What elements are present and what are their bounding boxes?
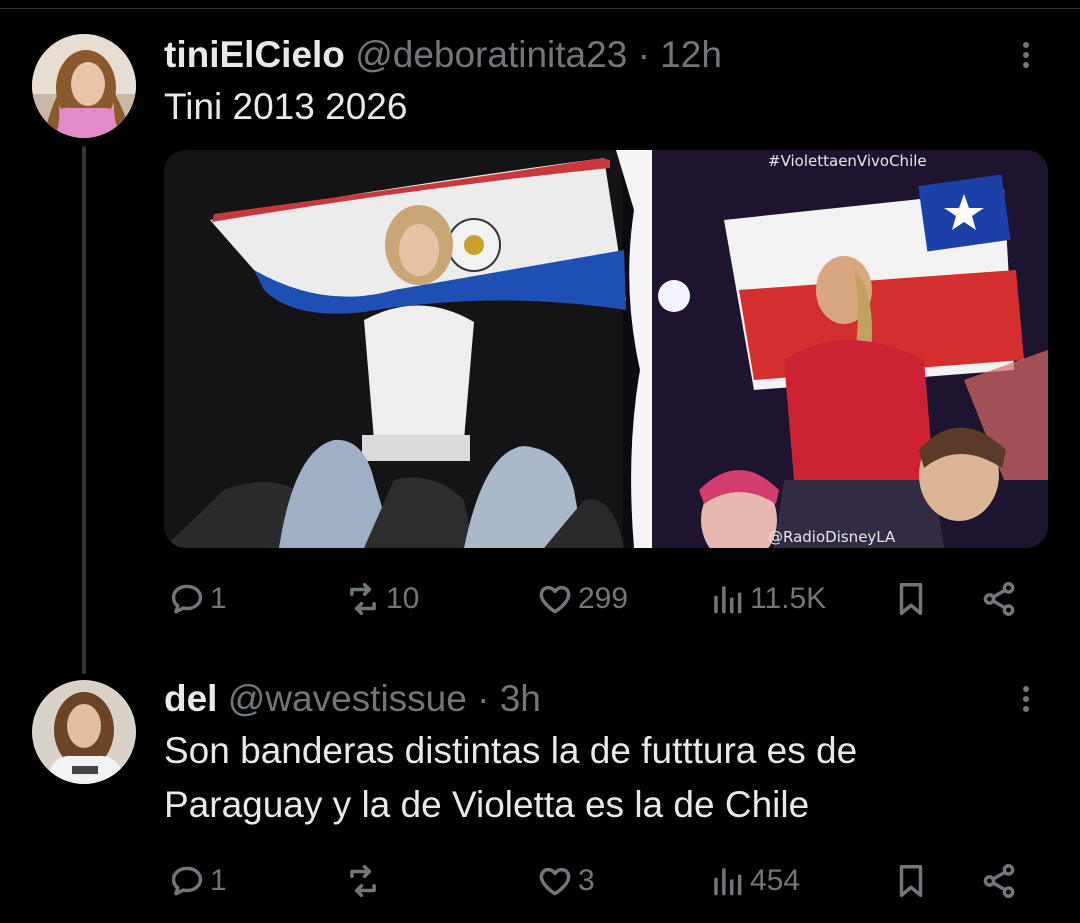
views-count: 454 — [750, 864, 801, 897]
thread-line — [82, 146, 86, 674]
repost-icon — [350, 865, 376, 897]
display-name[interactable]: del — [164, 678, 217, 719]
share-icon — [983, 864, 1015, 898]
tweet-header: tiniElCielo @deboratinita23 · 12h — [164, 34, 722, 76]
timestamp[interactable]: 3h — [500, 678, 541, 719]
like-button[interactable]: 3 — [536, 862, 595, 900]
user-handle[interactable]: @deboratinita23 — [355, 34, 627, 75]
repost-count: 10 — [386, 582, 420, 615]
user-handle[interactable]: @wavestissue — [228, 678, 467, 719]
reply-count: 1 — [210, 582, 227, 615]
reply-button[interactable]: 1 — [168, 862, 227, 900]
reply-icon — [171, 866, 203, 896]
views-button[interactable]: 454 — [708, 862, 800, 900]
like-count: 3 — [578, 864, 595, 897]
tweet-2[interactable]: del @wavestissue · 3h Son banderas disti… — [0, 678, 1080, 923]
tweet-text-line: Paraguay y la de Violetta es la de Chile — [164, 784, 810, 825]
repost-button[interactable] — [344, 862, 386, 900]
repost-icon — [350, 583, 376, 615]
display-name[interactable]: tiniElCielo — [164, 34, 345, 75]
separator-dot: · — [637, 34, 650, 75]
views-button[interactable]: 11.5K — [708, 580, 826, 618]
bookmark-button[interactable] — [892, 580, 930, 618]
like-count: 299 — [578, 582, 629, 615]
views-count: 11.5K — [750, 582, 827, 615]
bookmark-icon — [899, 583, 923, 615]
media-hashtag: #ViolettaenVivoChile — [768, 152, 927, 170]
share-button[interactable] — [980, 580, 1018, 618]
timestamp[interactable]: 12h — [660, 34, 722, 75]
heart-icon — [539, 867, 571, 896]
reply-button[interactable]: 1 — [168, 580, 227, 618]
tweet-text: Tini 2013 2026 — [164, 86, 408, 127]
media-photo-collage — [164, 150, 1048, 548]
tweet-text: Son banderas distintas la de futttura es… — [164, 724, 857, 832]
tweet-text-line: Son banderas distintas la de futttura es… — [164, 730, 858, 771]
tweet-media[interactable]: #ViolettaenVivoChile @RadioDisneyLA — [164, 150, 1048, 548]
repost-button[interactable]: 10 — [344, 580, 419, 618]
tweet-actions: 1 3 454 — [164, 862, 1044, 906]
reply-count: 1 — [210, 864, 227, 897]
separator-dot: · — [477, 678, 490, 719]
avatar[interactable] — [32, 680, 136, 784]
tweet-actions: 1 10 299 11.5K — [164, 580, 1044, 624]
share-icon — [983, 582, 1015, 616]
bookmark-icon — [899, 865, 923, 897]
views-icon — [714, 868, 742, 896]
more-icon[interactable] — [1010, 682, 1042, 722]
like-button[interactable]: 299 — [536, 580, 628, 618]
avatar[interactable] — [32, 34, 136, 138]
reply-icon — [171, 584, 203, 614]
share-button[interactable] — [980, 862, 1018, 900]
tweet-header: del @wavestissue · 3h — [164, 678, 541, 720]
media-credit: @RadioDisneyLA — [768, 528, 896, 546]
bookmark-button[interactable] — [892, 862, 930, 900]
heart-icon — [539, 585, 571, 614]
views-icon — [714, 586, 742, 614]
tweet-1[interactable]: tiniElCielo @deboratinita23 · 12h Tini 2… — [0, 0, 1080, 680]
more-icon[interactable] — [1010, 38, 1042, 78]
